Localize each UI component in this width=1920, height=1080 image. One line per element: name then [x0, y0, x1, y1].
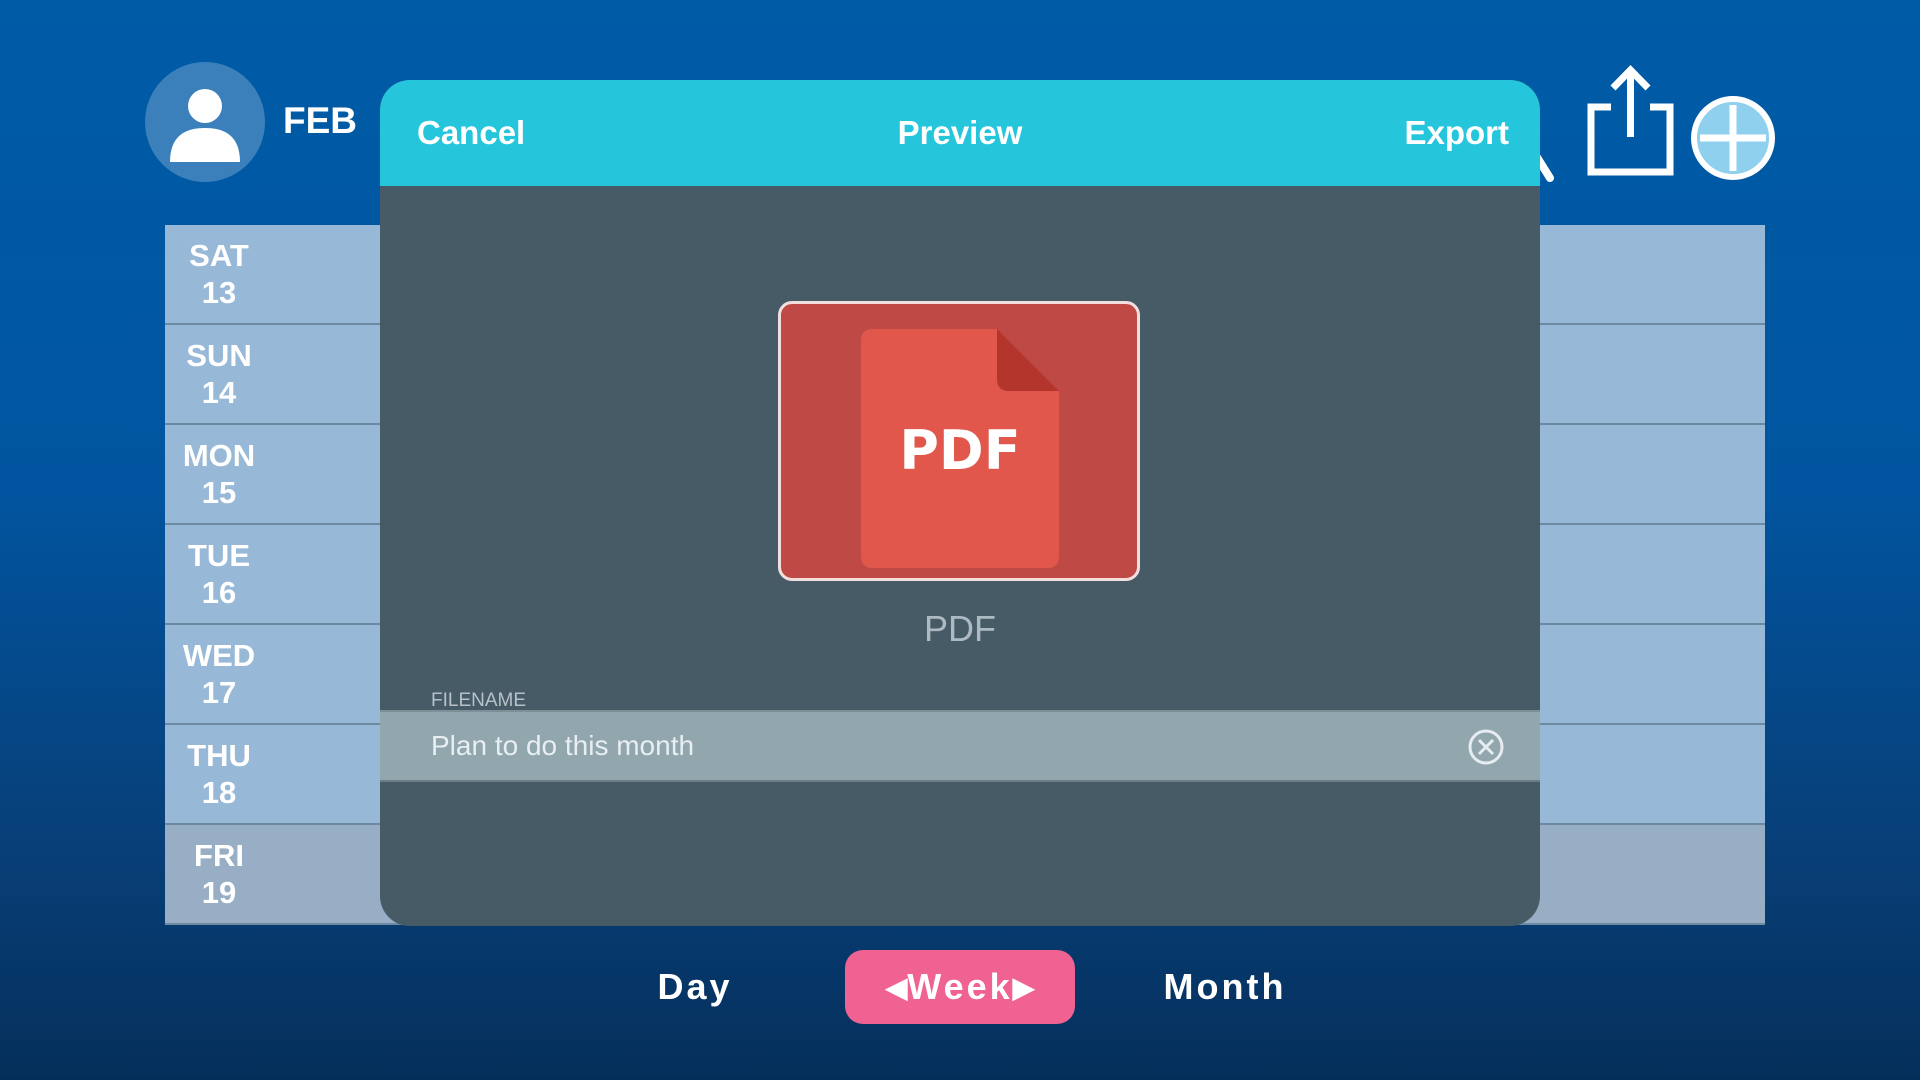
- day-cell: SAT 13: [165, 225, 273, 323]
- date-label: 18: [201, 775, 237, 810]
- date-label: 13: [201, 275, 237, 310]
- weekday-label: WED: [182, 638, 256, 673]
- date-label: 19: [201, 875, 237, 910]
- day-cell: FRI 19: [165, 825, 273, 923]
- tab-week[interactable]: ◀ Week ▶: [845, 950, 1075, 1024]
- dialog-title: Preview: [897, 114, 1023, 151]
- date-label: 16: [201, 575, 237, 610]
- user-avatar-icon[interactable]: [145, 62, 265, 182]
- day-cell: SUN 14: [165, 325, 273, 423]
- next-week-arrow-icon[interactable]: ▶: [1013, 971, 1035, 1004]
- export-preview-dialog: Preview Cancel Export PDF PDF FILENAME P…: [380, 80, 1540, 926]
- tab-month[interactable]: Month: [1140, 950, 1310, 1024]
- month-label: FEB: [283, 100, 357, 141]
- calendar-screen: FEB SAT 13 SUN 14 MON 15 TUE 16 WED 17 T…: [0, 0, 1920, 1080]
- date-label: 14: [201, 375, 237, 410]
- pdf-format-option[interactable]: PDF: [778, 301, 1140, 581]
- weekday-label: THU: [187, 738, 251, 773]
- weekday-label: MON: [182, 438, 256, 473]
- filename-label: FILENAME: [431, 690, 527, 711]
- day-cell: MON 15: [165, 425, 273, 523]
- clear-input-icon[interactable]: [1467, 728, 1505, 771]
- pdf-file-icon-text: PDF: [899, 419, 1020, 482]
- weekday-label: SAT: [189, 238, 249, 273]
- day-cell: TUE 16: [165, 525, 273, 623]
- weekday-label: FRI: [194, 838, 244, 873]
- weekday-label: TUE: [188, 538, 250, 573]
- add-icon[interactable]: [1690, 95, 1776, 186]
- view-tabs: Day ◀ Week ▶ Month: [0, 950, 1920, 1024]
- tab-day[interactable]: Day: [620, 950, 770, 1024]
- day-cell: THU 18: [165, 725, 273, 823]
- filename-input[interactable]: Plan to do this month: [431, 712, 1431, 780]
- file-type-caption: PDF: [924, 608, 996, 649]
- filename-field[interactable]: Plan to do this month: [380, 710, 1540, 782]
- tab-week-label: Week: [907, 966, 1013, 1007]
- prev-week-arrow-icon[interactable]: ◀: [886, 971, 908, 1004]
- export-button[interactable]: Export: [1404, 80, 1509, 186]
- date-label: 17: [201, 675, 237, 710]
- dialog-header: Preview Cancel Export: [380, 80, 1540, 186]
- weekday-label: SUN: [186, 338, 252, 373]
- cancel-button[interactable]: Cancel: [417, 80, 525, 186]
- date-label: 15: [201, 475, 237, 510]
- day-cell: WED 17: [165, 625, 273, 723]
- share-icon[interactable]: [1583, 62, 1678, 185]
